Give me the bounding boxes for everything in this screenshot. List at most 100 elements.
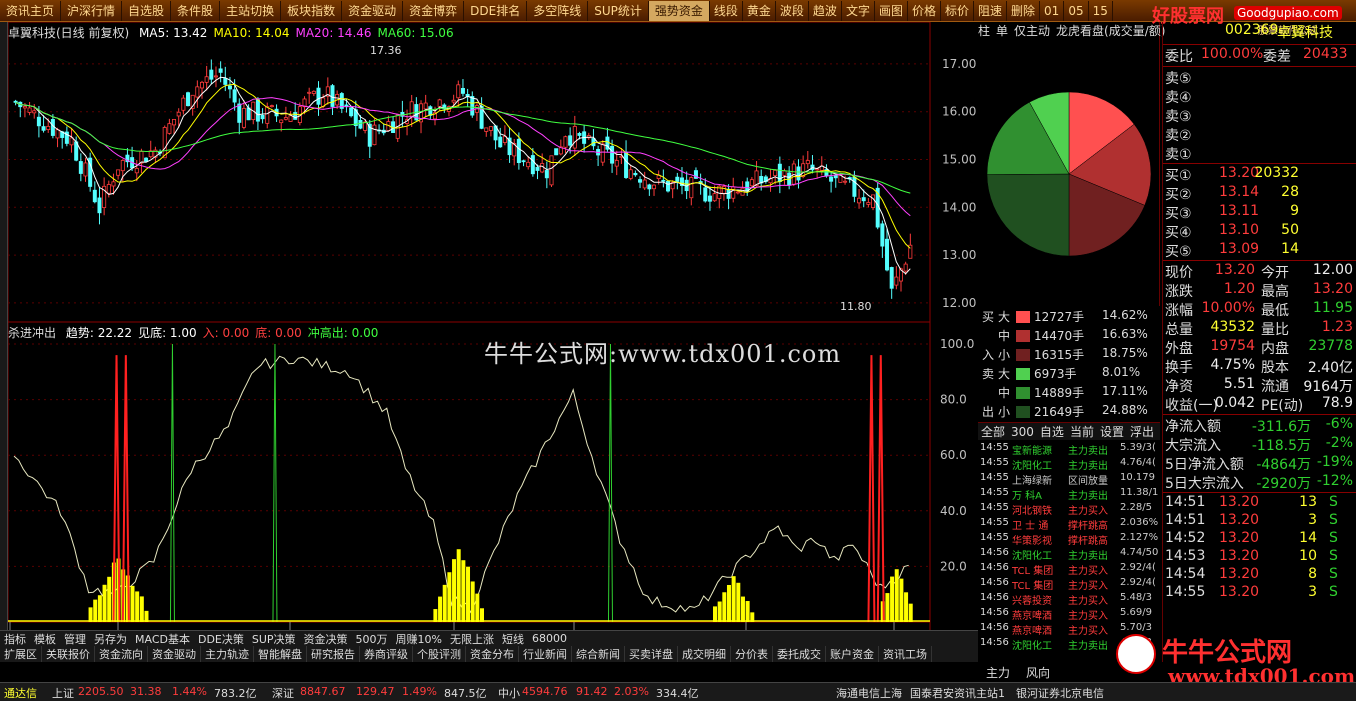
toolbar-button[interactable]: 多空阵线 — [527, 0, 589, 21]
flow-size: 中 — [998, 329, 1011, 343]
extension-tab[interactable]: 智能解盘 — [254, 646, 307, 662]
toolbar-button[interactable]: 价格 — [908, 0, 941, 21]
toolbar-button[interactable]: 画图 — [875, 0, 908, 21]
toolbar-button[interactable]: 资金博弈 — [403, 0, 465, 21]
candle-body — [782, 170, 787, 176]
tick-row[interactable]: 14:56 TCL 集团 主力买入 2.92/4( — [980, 562, 1156, 577]
tick-tab[interactable]: 设置 — [1100, 425, 1124, 439]
tick-row[interactable]: 14:56 燕京啤酒 主力买入 5.70/3 — [980, 622, 1152, 637]
tick-tab[interactable]: 全部 — [981, 425, 1005, 439]
indicator-tab[interactable]: 周赚10% — [392, 631, 446, 647]
toolbar-button[interactable]: 波段 — [776, 0, 809, 21]
tick-tab[interactable]: 当前 — [1070, 425, 1094, 439]
toolbar-button[interactable]: 沪深行情 — [61, 0, 123, 21]
extension-tab[interactable]: 综合新闻 — [572, 646, 625, 662]
indicator-bar — [908, 603, 913, 622]
toolbar-button[interactable]: 条件股 — [171, 0, 221, 21]
tick-row[interactable]: 14:56 燕京啤酒 主力买入 5.69/9 — [980, 607, 1152, 622]
candle-body — [600, 143, 605, 163]
indicator-tick-label: 40.0 — [940, 504, 967, 518]
tick-tab[interactable]: 300 — [1011, 425, 1034, 439]
toolbar-button[interactable]: 资讯主页 — [0, 0, 62, 21]
indicator-tab[interactable]: 无限上涨 — [446, 631, 498, 647]
indicator-tabs[interactable]: 指标 模板 管理 另存为 MACD基本 DDE决策 SUP决策 资金决策 500万 周赚10% 无限… — [0, 630, 978, 646]
candle-body — [540, 163, 545, 173]
pie-tab[interactable]: 龙虎看盘(成交量/额) — [1056, 24, 1165, 38]
toolbar-button[interactable]: 线段 — [710, 0, 743, 21]
trade-time: 14:51 — [1165, 512, 1206, 528]
toolbar-button[interactable]: 趋波 — [809, 0, 842, 21]
extension-tab[interactable]: 资金流向 — [95, 646, 148, 662]
toolbar-button[interactable]: 阻速 — [974, 0, 1008, 21]
tick-tab[interactable]: 自选 — [1040, 425, 1064, 439]
extension-tab[interactable]: 账户资金 — [826, 646, 879, 662]
toolbar-button[interactable]: 标价 — [941, 0, 974, 21]
tick-row[interactable]: 14:56 TCL 集团 主力买入 2.92/4( — [980, 577, 1156, 592]
extension-tab[interactable]: 研究报告 — [307, 646, 360, 662]
buy-level-label: 买④ — [1165, 225, 1192, 241]
tick-tab[interactable]: 浮出 — [1130, 425, 1154, 439]
toolbar-button[interactable]: 15 — [1089, 0, 1113, 21]
tick-row[interactable]: 14:55 上海绿新 区间放量 10.179 — [980, 472, 1155, 487]
toolbar-button[interactable]: 05 — [1064, 0, 1089, 21]
indicator-bar — [475, 593, 480, 622]
tick-row[interactable]: 14:55 卫 士 通 撑杆跳高 2.036% — [980, 517, 1158, 532]
tick-row[interactable]: 14:55 万 科A 主力卖出 11.38/1 — [980, 487, 1158, 502]
extension-tab[interactable]: 行业新闻 — [519, 646, 572, 662]
toolbar-button[interactable]: 文字 — [842, 0, 875, 21]
toolbar-button[interactable]: 自选股 — [122, 0, 172, 21]
extension-tabs[interactable]: 扩展区 关联报价 资金流向 资金驱动 主力轨迹 智能解盘 研究报告 券商评级 个股评测 资金分布行… — [0, 646, 978, 662]
tick-row[interactable]: 14:55 河北钢铁 主力买入 2.28/5 — [980, 502, 1152, 517]
pie-tab[interactable]: 仅主动 — [1014, 24, 1050, 38]
tick-row[interactable]: 14:55 宝新能源 主力卖出 5.39/3( — [980, 442, 1156, 457]
extension-tab[interactable]: 券商评级 — [360, 646, 413, 662]
extension-tab[interactable]: 资金分布 — [466, 646, 519, 662]
stat-label: 换手 — [1165, 360, 1193, 376]
pie-tabs[interactable]: 柱单仅主动 龙虎看盘(成交量/额) — [978, 22, 1171, 42]
right-panel-tab[interactable]: 风向 — [1018, 664, 1058, 681]
tick-row[interactable]: 14:56沈阳化工主力卖出4.73/2 — [980, 637, 1152, 652]
main-chart-area[interactable]: 17.00 16.00 15.00 14.00 13.00 12.00 100.0 80.0 6… — [7, 21, 978, 644]
extension-tab[interactable]: 成交明细 — [678, 646, 731, 662]
extension-tab[interactable]: 委托成交 — [773, 646, 826, 662]
extension-tab[interactable]: 关联报价 — [42, 646, 95, 662]
indicator-tab[interactable]: 模板 — [30, 631, 60, 647]
extension-tab[interactable]: 资讯工场 — [879, 646, 932, 662]
candle-body — [428, 106, 433, 116]
toolbar-button[interactable]: 黄金 — [743, 0, 776, 21]
tick-row[interactable]: 14:56 沈阳化工 主力卖出 4.74/50 — [980, 547, 1158, 562]
indicator-tab[interactable]: 500万 — [352, 631, 392, 647]
toolbar-button[interactable]: SUP统计 — [588, 0, 649, 21]
indicator-tab[interactable]: 管理 — [60, 631, 90, 647]
tick-row[interactable]: 14:56 兴蓉投资 主力买入 5.48/3 — [980, 592, 1152, 607]
indicator-tab[interactable]: DDE决策 — [194, 631, 248, 647]
right-panel-tab[interactable]: 主力 — [978, 664, 1018, 681]
toolbar-button[interactable]: 强势资金 — [648, 0, 710, 21]
toolbar-button[interactable]: 01 — [1040, 0, 1065, 21]
indicator-tab[interactable]: 短线 — [498, 631, 528, 647]
tick-time: 14:55 — [980, 487, 1009, 498]
indicator-tab[interactable]: MACD基本 — [131, 631, 194, 647]
toolbar-button[interactable]: 主站切换 — [220, 0, 282, 21]
extension-tab[interactable]: 买卖详盘 — [625, 646, 678, 662]
extension-tab[interactable]: 主力轨迹 — [201, 646, 254, 662]
tick-tabs[interactable]: 全部 300 自选 当前 设置 浮出 — [978, 422, 1160, 440]
pie-tab[interactable]: 柱 — [978, 24, 990, 38]
pie-tab[interactable]: 单 — [996, 24, 1008, 38]
toolbar-button[interactable]: DDE排名 — [464, 0, 528, 21]
toolbar-button[interactable]: 删除 — [1007, 0, 1041, 21]
indicator-tab[interactable]: 指标 — [0, 631, 30, 647]
indicator-tab[interactable]: 68000 — [528, 632, 571, 645]
quote-row: 现价 13.20 今开 12.00 — [1163, 262, 1356, 281]
tick-row[interactable]: 14:55 华策影视 撑杆跳高 2.127% — [980, 532, 1158, 547]
indicator-tab[interactable]: 另存为 — [90, 631, 131, 647]
indicator-tab[interactable]: 资金决策 — [300, 631, 352, 647]
extension-tab[interactable]: 资金驱动 — [148, 646, 201, 662]
extension-tab[interactable]: 分价表 — [731, 646, 773, 662]
toolbar-button[interactable]: 板块指数 — [281, 0, 343, 21]
indicator-tab[interactable]: SUP决策 — [248, 631, 300, 647]
tick-row[interactable]: 14:55 沈阳化工 主力卖出 4.76/4( — [980, 457, 1156, 472]
toolbar-button[interactable]: 资金驱动 — [342, 0, 404, 21]
extension-tab[interactable]: 扩展区 — [0, 646, 42, 662]
extension-tab[interactable]: 个股评测 — [413, 646, 466, 662]
